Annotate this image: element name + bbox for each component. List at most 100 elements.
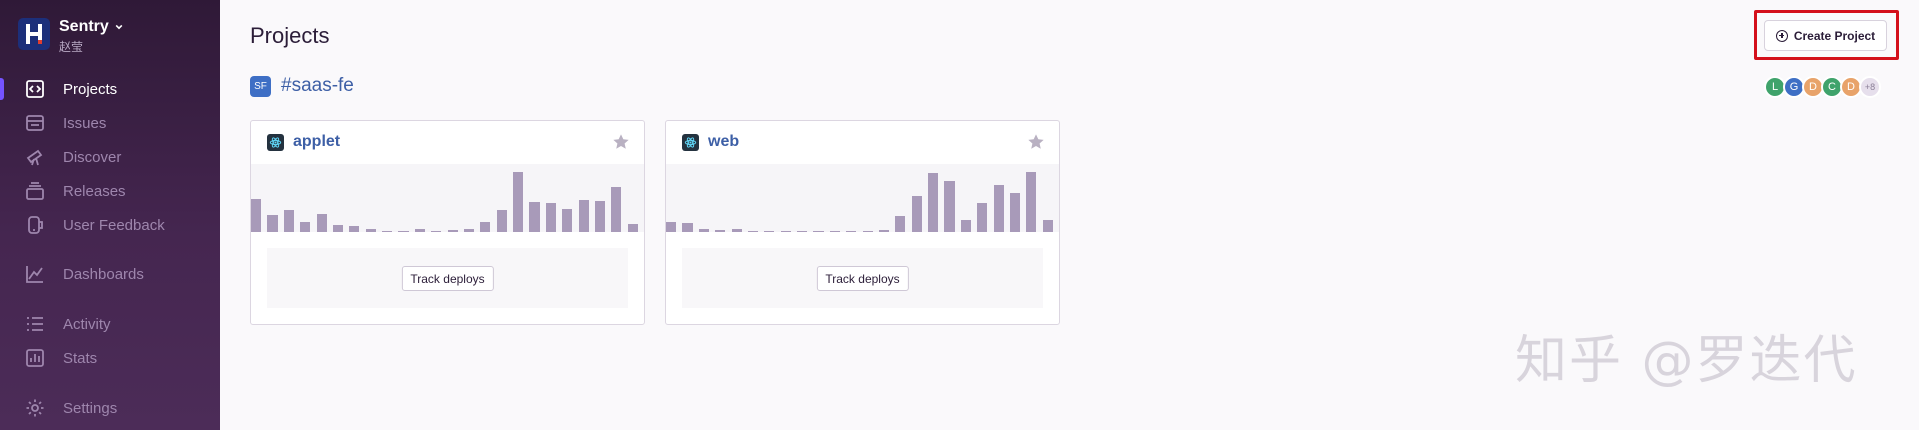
- code-icon: [26, 80, 44, 98]
- team-members[interactable]: L G D C D +8: [1764, 76, 1881, 98]
- sidebar: Sentry 赵莹 Projects Issues Discover Relea…: [0, 0, 220, 430]
- stats-bar: [911, 195, 922, 232]
- stats-bar: [529, 202, 540, 232]
- sidebar-item-label: User Feedback: [63, 216, 165, 234]
- sidebar-item-label: Dashboards: [63, 265, 144, 283]
- react-icon: [682, 133, 699, 151]
- sidebar-item-label: Issues: [63, 114, 107, 132]
- stats-bar: [283, 210, 294, 232]
- stats-bar: [414, 229, 425, 232]
- team-header: SF #saas-fe: [250, 75, 354, 97]
- star-icon[interactable]: [612, 133, 630, 151]
- stats-bar: [267, 215, 278, 232]
- stats-bar: [928, 172, 939, 232]
- stats-bar: [666, 221, 677, 232]
- stats-bar: [316, 213, 327, 232]
- project-card-web: web Track deploys: [665, 120, 1060, 325]
- inbox-icon: [26, 115, 44, 131]
- stats-bar: [611, 187, 622, 232]
- bar-chart-icon: [26, 349, 44, 367]
- sidebar-item-label: Stats: [63, 349, 98, 367]
- stats-bar: [993, 185, 1004, 232]
- stats-bar: [496, 209, 507, 232]
- sidebar-item-dashboards[interactable]: Dashboards: [0, 259, 220, 289]
- gear-icon: [26, 399, 44, 417]
- sidebar-item-settings[interactable]: Settings: [0, 393, 220, 423]
- stats-bar: [813, 230, 824, 232]
- stats-bar: [1026, 172, 1037, 232]
- stats-bar: [895, 215, 906, 232]
- list-icon: [27, 317, 43, 331]
- org-logo: [18, 18, 50, 50]
- graph-icon: [26, 266, 43, 283]
- sidebar-item-issues[interactable]: Issues: [0, 108, 220, 138]
- sidebar-item-label: Projects: [63, 80, 118, 98]
- deploys-placeholder: Track deploys: [682, 248, 1043, 308]
- stats-bar: [627, 223, 638, 232]
- stats-bar: [1009, 193, 1021, 232]
- stats-bar: [251, 198, 262, 232]
- project-name-link[interactable]: applet: [293, 133, 340, 151]
- stats-bar: [960, 219, 971, 232]
- stack-icon: [26, 182, 44, 200]
- stats-bar: [349, 225, 360, 232]
- sidebar-item-label: Discover: [63, 148, 122, 166]
- more-members-badge[interactable]: +8: [1859, 76, 1881, 98]
- stats-bar: [977, 203, 988, 232]
- org-subtitle: 赵莹: [59, 40, 84, 54]
- stats-bar: [300, 222, 311, 232]
- stats-bar: [447, 229, 458, 232]
- active-indicator: [0, 78, 4, 100]
- stats-bar: [545, 203, 556, 232]
- create-project-button[interactable]: Create Project: [1764, 20, 1887, 51]
- project-name-link[interactable]: web: [708, 133, 739, 151]
- stats-bar: [878, 229, 890, 232]
- stats-bar: [382, 230, 393, 232]
- page-title: Projects: [250, 23, 330, 48]
- stats-bar: [797, 230, 808, 232]
- org-switcher[interactable]: Sentry 赵莹: [18, 18, 123, 55]
- telescope-icon: [26, 149, 43, 166]
- star-icon[interactable]: [1027, 133, 1045, 151]
- sidebar-item-activity[interactable]: Activity: [0, 309, 220, 339]
- stats-bar: [747, 230, 759, 232]
- watermark-text: 知乎 @罗迭代: [1515, 331, 1858, 391]
- stats-bar: [1042, 219, 1053, 232]
- stats-bar: [698, 229, 709, 232]
- stats-bar: [398, 230, 409, 232]
- stats-bar: [944, 181, 955, 232]
- team-badge: SF: [250, 75, 271, 97]
- sidebar-item-releases[interactable]: Releases: [0, 176, 220, 206]
- stats-bar: [365, 228, 376, 232]
- stats-bar: [513, 172, 524, 232]
- chevron-down-icon: [115, 24, 123, 30]
- deploys-placeholder: Track deploys: [267, 248, 628, 308]
- org-name: Sentry: [59, 18, 109, 35]
- stats-bar: [594, 201, 606, 232]
- stats-bar: [846, 230, 857, 232]
- stats-bar: [715, 229, 726, 232]
- sidebar-item-label: Activity: [63, 315, 111, 333]
- stats-bar: [764, 230, 775, 232]
- stats-bar: [682, 223, 693, 232]
- team-link[interactable]: #saas-fe: [281, 75, 354, 97]
- stats-bar: [578, 200, 589, 232]
- sidebar-item-projects[interactable]: Projects: [0, 74, 220, 104]
- sidebar-item-stats[interactable]: Stats: [0, 343, 220, 373]
- stats-bar: [480, 221, 491, 232]
- megaphone-icon: [28, 216, 43, 234]
- sidebar-item-discover[interactable]: Discover: [0, 142, 220, 172]
- project-card-applet: applet Track deploys: [250, 120, 645, 325]
- sidebar-item-label: Settings: [63, 399, 118, 417]
- track-deploys-button[interactable]: Track deploys: [816, 266, 909, 291]
- project-stats-chart: [251, 164, 644, 232]
- stats-bar: [562, 208, 573, 232]
- stats-bar: [780, 230, 791, 232]
- create-project-label: Create Project: [1793, 28, 1876, 43]
- stats-bar: [332, 224, 344, 232]
- track-deploys-button[interactable]: Track deploys: [401, 266, 494, 291]
- stats-bar: [431, 230, 442, 232]
- project-stats-chart: [666, 164, 1059, 232]
- sidebar-item-user-feedback[interactable]: User Feedback: [0, 210, 220, 240]
- stats-bar: [829, 230, 840, 232]
